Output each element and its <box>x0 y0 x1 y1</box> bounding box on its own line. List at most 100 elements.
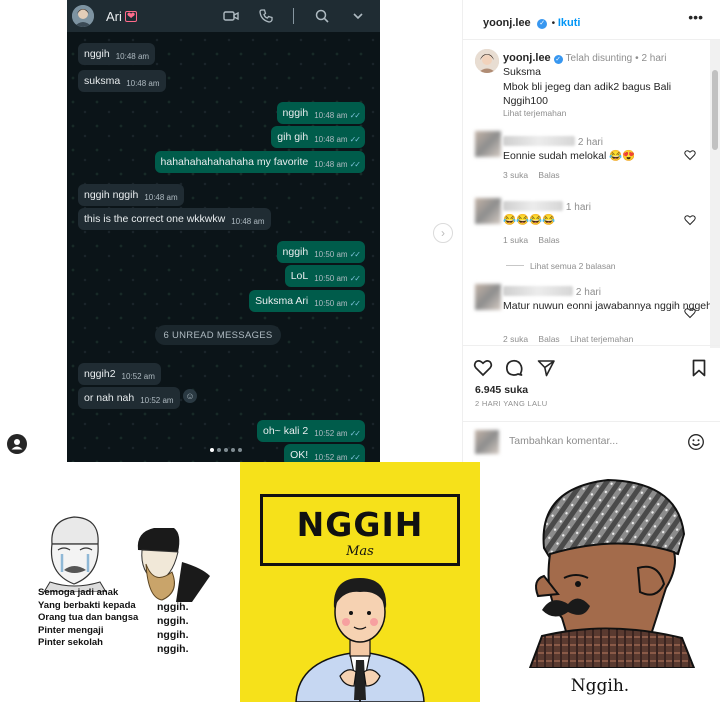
username-link[interactable]: yoonj.lee <box>483 17 531 29</box>
follow-button[interactable]: Ikuti <box>558 17 581 29</box>
wojak-meme: Semoga jadi anak Yang berbakti kepada Or… <box>0 462 240 702</box>
message-time: 10:48 am <box>314 110 348 120</box>
message-time: 10:50 am <box>314 298 348 308</box>
outgoing-message[interactable]: OK! 10:52 am ✓✓ <box>284 444 365 462</box>
contact-name[interactable]: Ari <box>106 9 122 24</box>
comment-actions: 3 suka Balas <box>503 170 560 180</box>
commenter-name-redacted[interactable] <box>503 286 573 296</box>
message-time: 10:52 am <box>314 428 348 438</box>
add-comment-input[interactable]: Tambahkan komentar... <box>509 435 618 447</box>
bookmark-icon[interactable] <box>689 358 709 378</box>
outgoing-message[interactable]: Suksma Ari 10:50 am ✓✓ <box>249 290 365 312</box>
comment-meta: 2 hari <box>503 286 601 298</box>
comment-likes[interactable]: 1 suka <box>503 235 528 245</box>
post-date[interactable]: 2 HARI YANG LALU <box>475 399 547 408</box>
see-translation-link[interactable]: Lihat terjemahan <box>503 108 566 118</box>
reply-button[interactable]: Balas <box>538 334 559 344</box>
incoming-message[interactable]: suksma 10:48 am <box>78 70 166 92</box>
commenter-avatar[interactable] <box>475 131 501 157</box>
comment-box: Tambahkan komentar... <box>463 421 720 463</box>
reply-button[interactable]: Balas <box>538 170 559 180</box>
outgoing-message[interactable]: nggih 10:48 am ✓✓ <box>276 102 365 124</box>
emoji-picker-icon[interactable] <box>687 433 705 451</box>
incoming-message[interactable]: this is the correct one wkkwkw 10:48 am <box>78 208 271 230</box>
message-time: 10:48 am <box>231 216 265 226</box>
message-text: LoL <box>290 270 309 282</box>
search-icon[interactable] <box>313 7 331 25</box>
read-receipt-icon: ✓✓ <box>349 273 361 283</box>
man-with-blangkon-illustration <box>528 478 696 668</box>
bearded-wojak-illustration <box>137 528 210 602</box>
carousel-next-button[interactable]: › <box>433 223 453 243</box>
replies-line <box>506 265 524 266</box>
incoming-message[interactable]: nggih 10:48 am <box>78 43 156 65</box>
comment-like-heart-icon[interactable] <box>684 307 696 319</box>
comment-age[interactable]: 2 hari <box>578 137 603 148</box>
comment-age[interactable]: 2 hari <box>576 287 601 298</box>
carousel-dot-active <box>210 448 214 452</box>
chat-screenshot: Ari ❤ nggih 10:48 am suksma 10:48 am nggih 10… <box>67 0 380 462</box>
comment-likes[interactable]: 3 suka <box>503 170 528 180</box>
carousel-dot <box>217 448 221 452</box>
man-in-suit-illustration <box>295 578 425 702</box>
message-time: 10:48 am <box>115 51 150 61</box>
outgoing-message[interactable]: LoL 10:50 am ✓✓ <box>284 265 365 287</box>
comment-like-heart-icon[interactable] <box>684 149 696 161</box>
meme3-caption: Nggih. <box>570 676 630 696</box>
javanese-man-meme: Nggih. <box>480 462 720 702</box>
caption-line: Mbok bli jegeg dan adik2 bagus Bali <box>503 81 672 93</box>
like-heart-icon[interactable] <box>473 358 493 378</box>
commenter-name-redacted[interactable] <box>503 201 563 211</box>
message-text: nggih2 <box>84 368 116 380</box>
commenter-avatar[interactable] <box>475 284 501 310</box>
caption-avatar[interactable] <box>475 49 499 73</box>
reply-button[interactable]: Balas <box>538 235 559 245</box>
comment-icon[interactable] <box>504 358 524 378</box>
viewer-avatar <box>475 430 499 454</box>
message-time: 10:52 am <box>121 371 155 381</box>
poster-title: NGGIH <box>296 505 424 544</box>
incoming-message[interactable]: nggih nggih 10:48 am <box>78 184 184 206</box>
message-time: 10:48 am <box>314 134 348 144</box>
video-call-icon[interactable] <box>222 7 240 25</box>
edited-label: Telah disunting <box>565 53 633 64</box>
outgoing-message[interactable]: gih gih 10:48 am ✓✓ <box>271 126 365 148</box>
commenter-name-redacted[interactable] <box>503 136 575 146</box>
contact-avatar[interactable] <box>72 5 94 27</box>
caption-username[interactable]: yoonj.lee <box>503 52 551 64</box>
comment-meta: 1 hari <box>503 201 591 213</box>
comments-scrollbar[interactable] <box>710 40 720 348</box>
see-translation-link[interactable]: Lihat terjemahan <box>570 334 633 344</box>
incoming-message[interactable]: or nah nah 10:52 am <box>78 387 180 409</box>
reaction-smiley-icon[interactable]: ☺ <box>183 389 197 403</box>
outgoing-message[interactable]: oh~ kali 2 10:52 am ✓✓ <box>256 420 365 442</box>
carousel-dots <box>210 448 242 452</box>
comment-likes[interactable]: 2 suka <box>503 334 528 344</box>
unread-divider: 6 UNREAD MESSAGES <box>155 325 281 345</box>
message-text: oh~ kali 2 <box>262 425 309 437</box>
view-replies-link[interactable]: Lihat semua 2 balasan <box>506 261 616 271</box>
likes-count[interactable]: 6.945 suka <box>475 384 528 396</box>
message-text: or nah nah <box>84 392 135 404</box>
caption-age[interactable]: 2 hari <box>641 53 666 64</box>
incoming-message[interactable]: nggih2 10:52 am <box>78 363 161 385</box>
meme1-reply: nggih. nggih. nggih. nggih. <box>157 601 189 655</box>
comment-meta: 2 hari <box>503 136 603 148</box>
user-tag-icon[interactable] <box>7 434 27 454</box>
scrollbar-thumb[interactable] <box>712 70 718 150</box>
message-text: nggih nggih <box>84 189 139 201</box>
outgoing-message[interactable]: hahahahahahahaha my favorite 10:48 am ✓✓ <box>154 151 365 173</box>
read-receipt-icon: ✓✓ <box>349 134 361 144</box>
comment-age[interactable]: 1 hari <box>566 202 591 213</box>
outgoing-message[interactable]: nggih 10:50 am ✓✓ <box>276 241 365 263</box>
commenter-avatar[interactable] <box>475 198 501 224</box>
message-text: OK! <box>290 449 309 461</box>
share-icon[interactable] <box>536 358 556 378</box>
crying-wojak-illustration <box>43 516 107 592</box>
comment-like-heart-icon[interactable] <box>684 214 696 226</box>
carousel-dot <box>231 448 235 452</box>
heart-emoji: ❤ <box>124 10 138 22</box>
phone-icon[interactable] <box>257 7 275 25</box>
chevron-down-icon[interactable] <box>349 7 367 25</box>
more-options-icon[interactable]: ••• <box>688 9 703 25</box>
